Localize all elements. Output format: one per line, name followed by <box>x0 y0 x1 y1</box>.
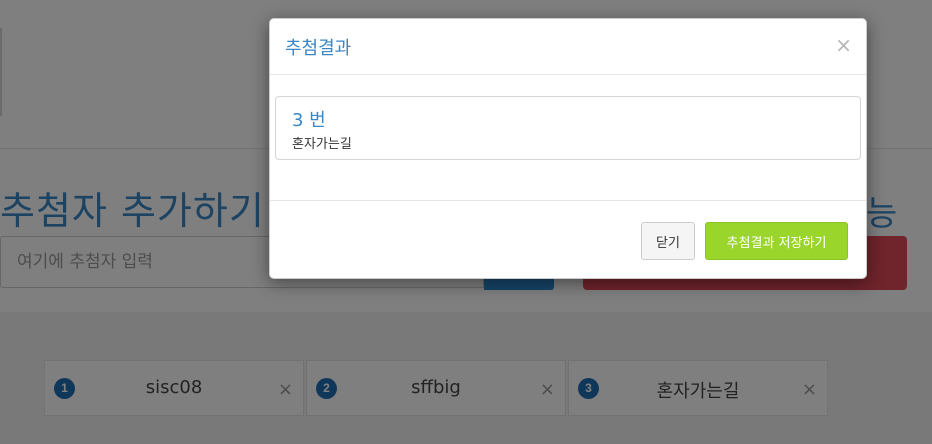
draw-result-card: 3 번 혼자가는길 <box>275 96 861 160</box>
winner-number: 3 번 <box>292 110 326 131</box>
modal-footer: 닫기 추첨결과 저장하기 <box>270 200 866 280</box>
winner-name: 혼자가는길 <box>292 137 352 152</box>
modal-title: 추첨결과 <box>285 38 352 59</box>
close-button[interactable]: 닫기 <box>641 222 695 260</box>
modal-header: 추첨결과 × <box>270 19 866 75</box>
save-result-button[interactable]: 추첨결과 저장하기 <box>705 222 848 260</box>
draw-result-modal: 추첨결과 × 3 번 혼자가는길 닫기 추첨결과 저장하기 <box>269 18 867 279</box>
close-icon[interactable]: × <box>835 34 852 56</box>
